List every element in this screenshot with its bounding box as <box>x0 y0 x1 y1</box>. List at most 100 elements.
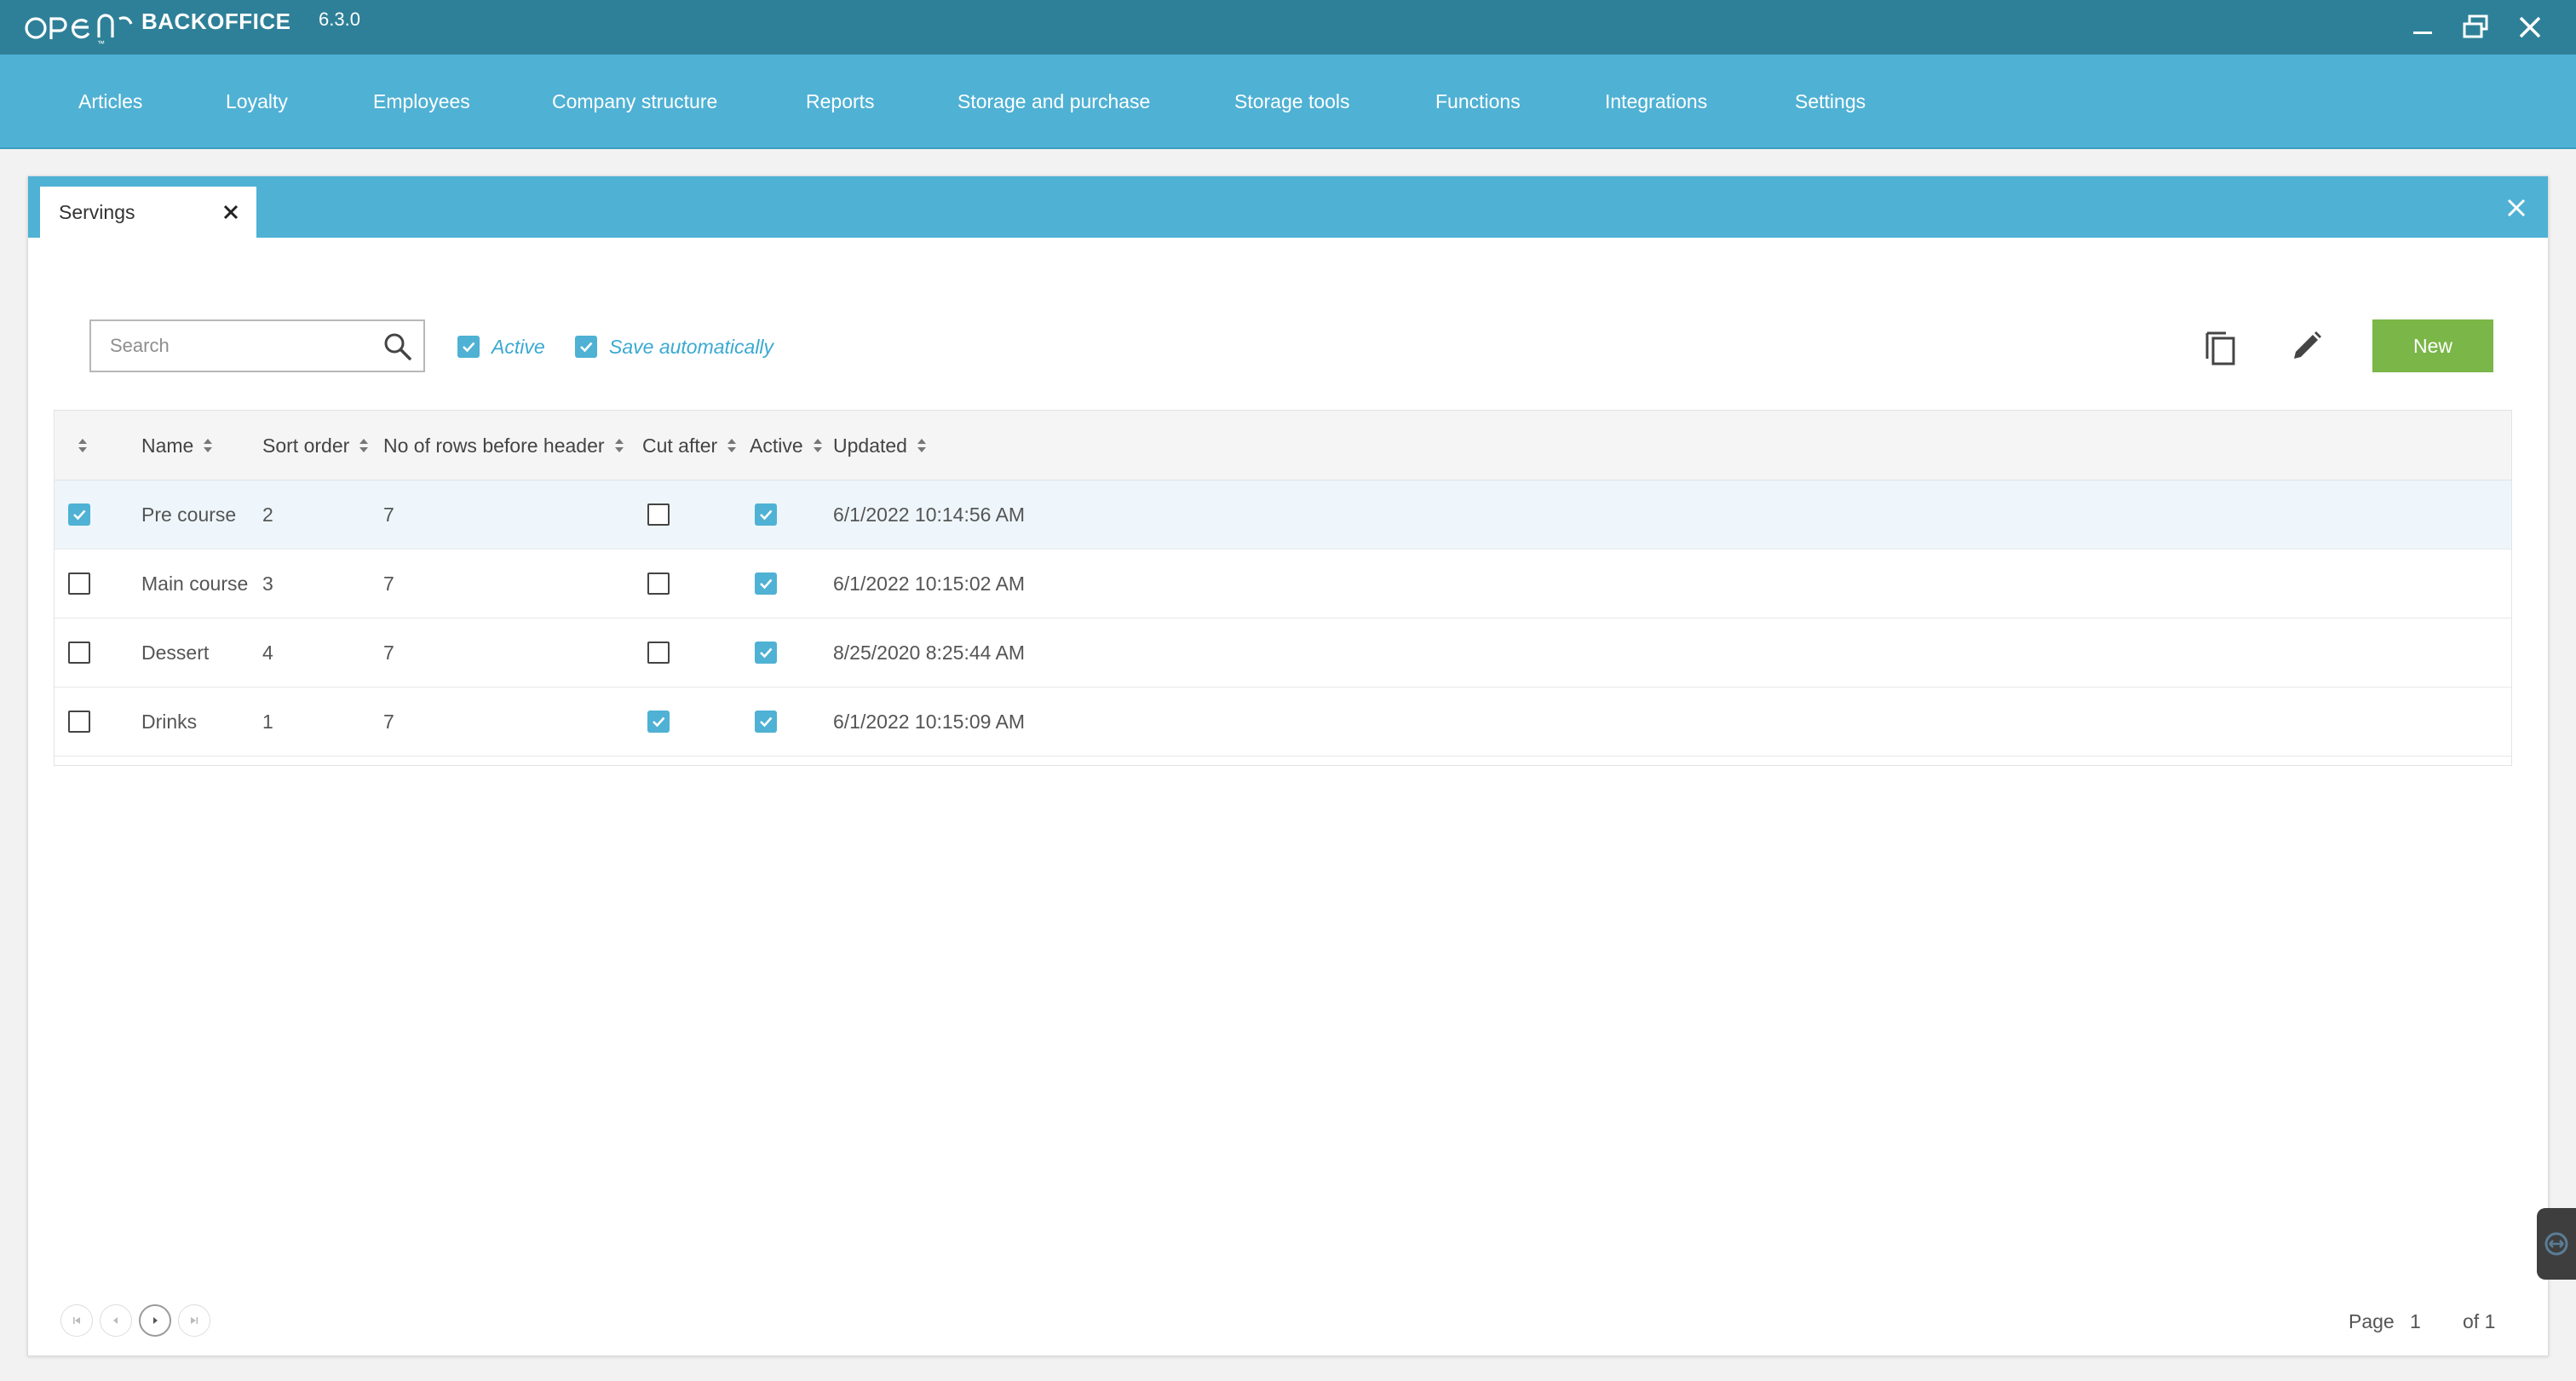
table-row[interactable]: Drinks 1 7 6/1/2022 10:15:09 AM <box>55 688 2511 757</box>
cell-active <box>755 550 777 618</box>
sort-icon <box>359 439 369 452</box>
first-page-button[interactable] <box>60 1304 93 1337</box>
table-row[interactable]: Dessert 4 7 8/25/2020 8:25:44 AM <box>55 619 2511 688</box>
menu-item-loyalty[interactable]: Loyalty <box>226 55 288 149</box>
copy-icon <box>2205 331 2235 365</box>
title-bar: ™ BACKOFFICE 6.3.0 <box>0 0 2576 55</box>
cell-name: Main course <box>141 572 249 595</box>
app-logo: ™ <box>24 7 136 48</box>
new-button[interactable]: New <box>2372 319 2493 372</box>
cell-rows-before-header: 7 <box>383 503 394 526</box>
close-window-button[interactable] <box>2511 9 2549 46</box>
menu-item-settings[interactable]: Settings <box>1795 55 1866 149</box>
menu-item-employees[interactable]: Employees <box>373 55 470 149</box>
row-select-cell <box>68 619 90 687</box>
next-page-button[interactable] <box>139 1304 171 1337</box>
cell-cut-after <box>647 619 670 687</box>
panel-close-button[interactable] <box>2502 193 2531 222</box>
menu-item-storage-tools[interactable]: Storage tools <box>1234 55 1350 149</box>
menu-item-company-structure[interactable]: Company structure <box>552 55 717 149</box>
previous-page-icon <box>113 1317 118 1324</box>
save-automatically-checkbox[interactable]: Save automatically <box>575 330 773 364</box>
app-name: BACKOFFICE <box>141 9 291 34</box>
cell-rows-before-header: 7 <box>383 641 394 664</box>
column-header-sort-order[interactable]: Sort order <box>262 411 369 480</box>
active-checkbox[interactable] <box>755 503 777 526</box>
active-checkbox[interactable] <box>755 642 777 664</box>
cell-sort-order: 1 <box>262 710 273 733</box>
minimize-button[interactable] <box>2404 9 2441 46</box>
column-header-cut-after[interactable]: Cut after <box>642 411 737 480</box>
column-header-updated[interactable]: Updated <box>833 411 926 480</box>
panel-header: Servings <box>28 176 2548 238</box>
tab-label: Servings <box>59 200 135 223</box>
row-select-checkbox[interactable] <box>68 711 90 733</box>
sort-icon <box>204 439 213 452</box>
sort-icon <box>78 439 87 452</box>
menu-item-storage-and-purchase[interactable]: Storage and purchase <box>957 55 1150 149</box>
restore-button[interactable] <box>2457 9 2494 46</box>
cut-after-checkbox[interactable] <box>647 573 670 595</box>
next-page-icon <box>153 1317 158 1324</box>
cell-rows-before-header: 7 <box>383 710 394 733</box>
last-page-button[interactable] <box>178 1304 210 1337</box>
cell-name: Drinks <box>141 710 198 733</box>
sort-icon <box>614 439 624 452</box>
table-row[interactable]: Pre course 2 7 6/1/2022 10:14:56 AM <box>55 480 2511 550</box>
edit-button[interactable] <box>2280 321 2332 372</box>
sort-icon <box>727 439 737 452</box>
search-icon[interactable] <box>382 331 413 362</box>
cut-after-checkbox[interactable] <box>647 642 670 664</box>
cell-updated: 8/25/2020 8:25:44 AM <box>833 641 1026 664</box>
row-select-cell <box>68 550 90 618</box>
save-automatically-label: Save automatically <box>609 335 774 358</box>
servings-panel: Servings Search Active Save automaticall… <box>27 176 2549 1356</box>
pencil-icon <box>2294 331 2321 359</box>
column-header-active[interactable]: Active <box>750 411 822 480</box>
row-select-checkbox[interactable] <box>68 503 90 526</box>
cell-name: Dessert <box>141 641 210 664</box>
cell-updated: 6/1/2022 10:14:56 AM <box>833 503 1026 526</box>
last-page-icon <box>191 1317 198 1324</box>
remote-support-handle[interactable] <box>2537 1208 2576 1280</box>
close-icon <box>2507 199 2526 217</box>
current-page-number[interactable]: 1 <box>2410 1306 2421 1337</box>
servings-table: Name Sort order No of rows before header… <box>54 410 2512 766</box>
cell-updated: 6/1/2022 10:15:02 AM <box>833 572 1026 595</box>
cell-name: Pre course <box>141 503 237 526</box>
cell-cut-after <box>647 480 670 549</box>
menu-item-integrations[interactable]: Integrations <box>1605 55 1707 149</box>
cell-sort-order: 4 <box>262 641 273 664</box>
table-row[interactable]: Main course 3 7 6/1/2022 10:15:02 AM <box>55 550 2511 619</box>
previous-page-button[interactable] <box>100 1304 132 1337</box>
active-filter-label: Active <box>492 335 545 358</box>
close-icon <box>2519 16 2541 38</box>
row-select-checkbox[interactable] <box>68 642 90 664</box>
minimize-icon <box>2413 32 2432 34</box>
app-version: 6.3.0 <box>319 9 360 30</box>
cut-after-checkbox[interactable] <box>647 711 670 733</box>
cell-updated: 6/1/2022 10:15:09 AM <box>833 710 1026 733</box>
active-checkbox[interactable] <box>755 573 777 595</box>
cut-after-checkbox[interactable] <box>647 503 670 526</box>
row-select-cell <box>68 480 90 549</box>
column-header-name[interactable]: Name <box>141 411 213 480</box>
menu-item-functions[interactable]: Functions <box>1435 55 1521 149</box>
search-box <box>89 319 425 372</box>
active-checkbox[interactable] <box>755 711 777 733</box>
column-header-rows-before-header[interactable]: No of rows before header <box>383 411 624 480</box>
menu-item-reports[interactable]: Reports <box>806 55 875 149</box>
search-input[interactable] <box>91 321 372 371</box>
menu-item-articles[interactable]: Articles <box>78 55 142 149</box>
select-all-sort[interactable] <box>78 411 87 480</box>
tab-close-button[interactable] <box>219 200 243 224</box>
sort-icon <box>813 439 822 452</box>
tab-servings[interactable]: Servings <box>40 187 256 238</box>
checkbox-checked-icon <box>457 336 480 358</box>
active-filter-checkbox[interactable]: Active <box>457 330 545 364</box>
cell-cut-after <box>647 688 670 756</box>
app-window: ™ BACKOFFICE 6.3.0 Articles Loyalty Empl… <box>0 0 2576 1381</box>
copy-button[interactable] <box>2195 321 2246 372</box>
remote-arrows-icon <box>2544 1232 2568 1256</box>
row-select-checkbox[interactable] <box>68 573 90 595</box>
